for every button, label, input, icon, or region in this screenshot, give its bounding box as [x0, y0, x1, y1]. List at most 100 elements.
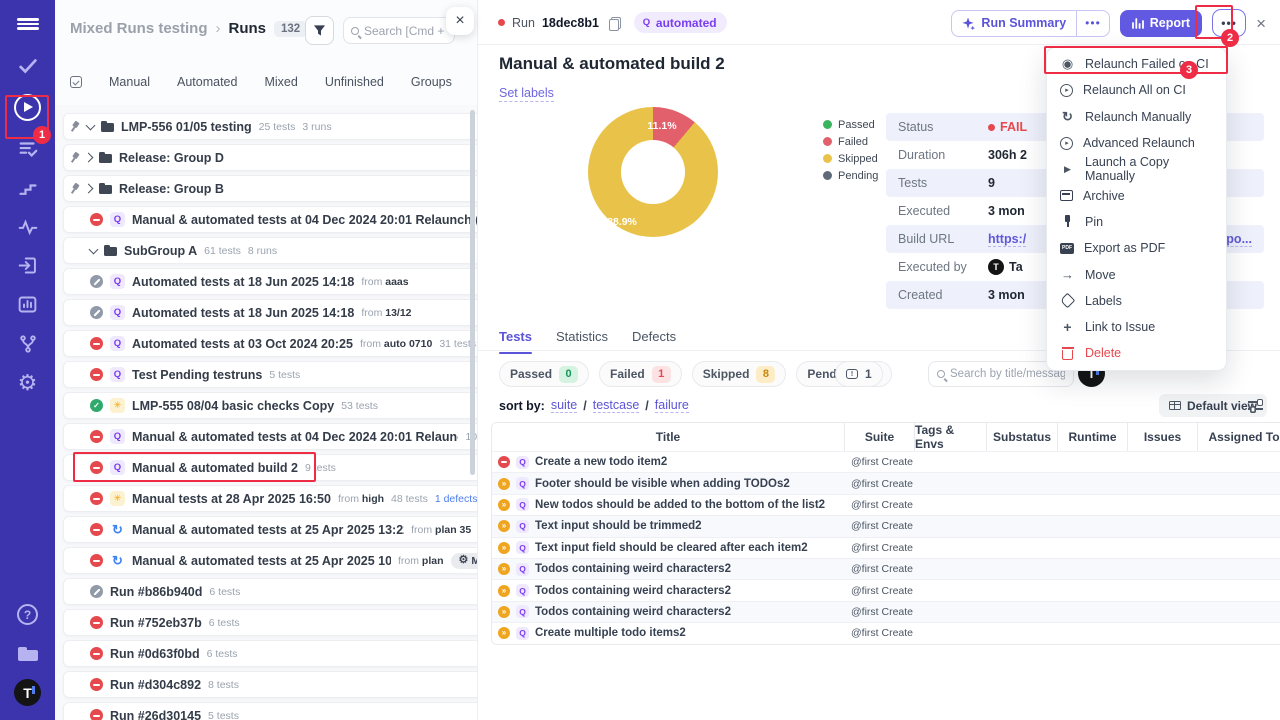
menu-item[interactable]: Advanced Relaunch	[1047, 130, 1226, 156]
import-icon[interactable]	[0, 246, 55, 285]
sort-by-testcase[interactable]: testcase	[593, 398, 640, 413]
run-list-item[interactable]: Run #0d63f0bd 6 tests	[63, 640, 477, 667]
run-list-item[interactable]: Manual tests at 28 Apr 2025 16:50 from h…	[63, 485, 477, 512]
run-list-item[interactable]: Automated tests at 18 Jun 2025 14:18 fro…	[63, 268, 477, 295]
menu-item[interactable]: Link to Issue	[1047, 314, 1226, 340]
menu-item[interactable]: Relaunch All on CI	[1047, 77, 1226, 103]
status-filter-pill[interactable]: Failed 1	[599, 361, 682, 387]
run-list-item[interactable]: Release: Group B	[63, 175, 477, 202]
test-title[interactable]: New todos should be added to the bottom …	[535, 499, 825, 511]
panel-close-button[interactable]: ×	[446, 7, 474, 35]
pulse-icon[interactable]	[0, 207, 55, 246]
menu-item[interactable]: Pin	[1047, 209, 1226, 235]
run-list-item[interactable]: Release: Group D	[63, 144, 477, 171]
tab-groups[interactable]: Groups	[411, 75, 452, 89]
run-summary-button[interactable]: Run Summary	[952, 16, 1076, 30]
test-row[interactable]: Todos containing weird characters2 @firs…	[492, 601, 1280, 622]
tests-check-icon[interactable]	[0, 46, 55, 85]
test-row[interactable]: Footer should be visible when adding TOD…	[492, 472, 1280, 493]
test-row[interactable]: Create multiple todo items2 @first Creat…	[492, 622, 1280, 643]
run-list-item[interactable]: LMP-556 01/05 testing 25 tests 3 runs	[63, 113, 477, 140]
profile-avatar[interactable]: T	[0, 673, 55, 712]
test-title[interactable]: Todos containing weird characters2	[535, 606, 731, 618]
test-suite[interactable]: @first Create ...	[845, 473, 915, 493]
run-list-item[interactable]: Manual & automated tests at 25 Apr 2025 …	[63, 516, 477, 543]
detail-tab[interactable]: Statistics	[556, 329, 608, 350]
sort-by-failure[interactable]: failure	[655, 398, 689, 413]
test-row[interactable]: Text input should be trimmed2 @first Cre…	[492, 515, 1280, 536]
run-list-item[interactable]: Test Pending testruns 5 tests	[63, 361, 477, 388]
column-header[interactable]: Tags & Envs	[915, 423, 987, 451]
column-header[interactable]: Suite	[845, 423, 915, 451]
menu-item[interactable]: Delete	[1047, 340, 1226, 366]
copy-icon[interactable]	[609, 17, 619, 29]
menu-item[interactable]: Move	[1047, 261, 1226, 287]
tab-automated[interactable]: Automated	[177, 75, 237, 89]
runs-search[interactable]	[343, 17, 455, 44]
test-row[interactable]: Text input field should be cleared after…	[492, 537, 1280, 558]
runs-search-input[interactable]	[364, 24, 447, 38]
test-suite[interactable]: @first Create ...	[845, 495, 915, 515]
projects-folder-icon[interactable]	[0, 634, 55, 673]
run-list-item[interactable]: Run #752eb37b 6 tests	[63, 609, 477, 636]
test-suite[interactable]: @first Create ...	[845, 452, 915, 472]
run-list-item[interactable]: SubGroup A 61 tests 8 runs	[63, 237, 477, 264]
test-suite[interactable]: @first Create ...	[845, 538, 915, 558]
test-title[interactable]: Create multiple todo items2	[535, 627, 686, 639]
test-title[interactable]: Todos containing weird characters2	[535, 563, 731, 575]
pin-icon[interactable]	[67, 150, 82, 165]
tab-manual[interactable]: Manual	[109, 75, 150, 89]
build-url-tail[interactable]: po...	[1226, 232, 1252, 247]
test-title[interactable]: Todos containing weird characters2	[535, 585, 731, 597]
test-title[interactable]: Text input field should be cleared after…	[535, 542, 808, 554]
run-list-item[interactable]: Automated tests at 18 Jun 2025 14:18 fro…	[63, 299, 477, 326]
column-header[interactable]: Substatus	[987, 423, 1058, 451]
sort-by-suite[interactable]: suite	[551, 398, 577, 413]
settings-gear-icon[interactable]: ⚙	[0, 363, 55, 402]
run-list-item[interactable]: Manual & automated tests at 25 Apr 2025 …	[63, 547, 477, 574]
test-title[interactable]: Text input should be trimmed2	[535, 520, 702, 532]
run-list-item[interactable]: Run #b86b940d 6 tests	[63, 578, 477, 605]
chevron-down-icon[interactable]	[89, 244, 99, 254]
test-suite[interactable]: @first Create ...	[845, 559, 915, 579]
pin-icon[interactable]	[67, 181, 82, 196]
tab-mixed[interactable]: Mixed	[264, 75, 297, 89]
help-icon[interactable]: ?	[0, 595, 55, 634]
run-list-item[interactable]: Automated tests at 03 Oct 2024 20:25 fro…	[63, 330, 477, 357]
tests-search-input[interactable]	[950, 368, 1065, 380]
test-row[interactable]: Todos containing weird characters2 @firs…	[492, 579, 1280, 600]
run-summary-more-button[interactable]: •••	[1076, 11, 1109, 36]
menu-item[interactable]: Launch a Copy Manually	[1047, 156, 1226, 182]
column-header[interactable]: Issues	[1128, 423, 1198, 451]
chevron-right-icon[interactable]	[84, 184, 94, 194]
test-row[interactable]: Create a new todo item2 @first Create ..…	[492, 451, 1280, 472]
set-labels-link[interactable]: Set labels	[499, 86, 554, 102]
run-list-item[interactable]: Run #26d30145 5 tests	[63, 702, 477, 720]
comments-filter-pill[interactable]: ! 1	[835, 361, 883, 387]
close-run-icon[interactable]: ×	[1256, 15, 1266, 32]
test-title[interactable]: Footer should be visible when adding TOD…	[535, 478, 790, 490]
column-header[interactable]: Title	[492, 423, 845, 451]
test-suite[interactable]: @first Create ...	[845, 602, 915, 622]
menu-item[interactable]: Archive	[1047, 182, 1226, 208]
analytics-icon[interactable]	[0, 285, 55, 324]
tab-unfinished[interactable]: Unfinished	[325, 75, 384, 89]
run-list-item[interactable]: LMP-555 08/04 basic checks Copy 53 tests	[63, 392, 477, 419]
run-list-item[interactable]: Run #d304c892 8 tests	[63, 671, 477, 698]
chevron-down-icon[interactable]	[86, 120, 96, 130]
menu-item[interactable]: Relaunch Manually	[1047, 104, 1226, 130]
column-header[interactable]: Runtime	[1058, 423, 1128, 451]
test-suite[interactable]: @first Create ...	[845, 623, 915, 643]
detail-tab[interactable]: Defects	[632, 329, 676, 350]
automated-badge[interactable]: automated	[634, 12, 727, 33]
breadcrumb-project[interactable]: Mixed Runs testing	[70, 20, 208, 37]
view-settings-icon[interactable]	[1248, 398, 1263, 412]
test-suite[interactable]: @first Create ...	[845, 580, 915, 600]
test-row[interactable]: New todos should be added to the bottom …	[492, 494, 1280, 515]
run-list-item[interactable]: Manual & automated tests at 04 Dec 2024 …	[63, 206, 477, 233]
menu-item[interactable]: Labels	[1047, 288, 1226, 314]
test-row[interactable]: Todos containing weird characters2 @firs…	[492, 558, 1280, 579]
panel-scrollbar[interactable]	[470, 110, 475, 475]
steps-icon[interactable]	[0, 168, 55, 207]
hamburger-menu-icon[interactable]	[0, 2, 55, 46]
